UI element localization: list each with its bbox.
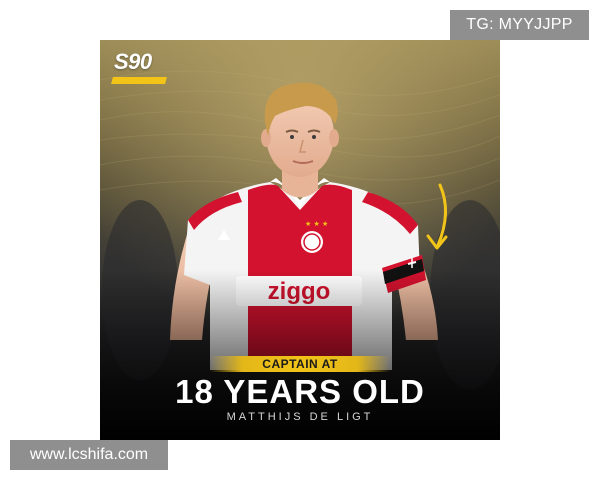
watermark-top: TG: MYYJJPP — [450, 10, 589, 40]
page: TG: MYYJJPP ★ ★ ★ S90 CAPTAIN AT 18 YEAR… — [0, 0, 600, 480]
poster-image: ★ ★ ★ ziggo S90 — [100, 40, 500, 440]
svg-text:★ ★ ★: ★ ★ ★ — [305, 220, 328, 228]
watermark-bottom: www.lcshifa.com — [10, 440, 168, 470]
headline: 18 YEARS OLD — [175, 373, 425, 410]
brand-logo: S90 — [114, 49, 152, 74]
player-name: MATTHIJS DE LIGT — [226, 411, 374, 423]
brand-underline — [111, 77, 167, 84]
